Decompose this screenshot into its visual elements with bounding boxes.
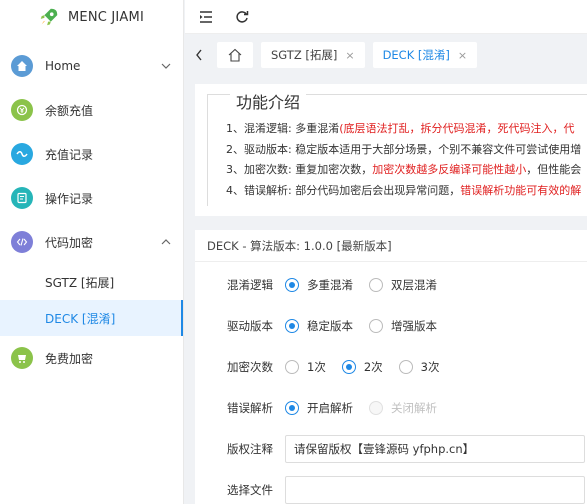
form-header: DECK - 算法版本: 1.0.0 [最新版本] bbox=[195, 230, 587, 262]
radio-multi-obfuscation[interactable]: 多重混淆 bbox=[285, 277, 353, 293]
field-label: 错误解析 bbox=[227, 401, 273, 415]
field-label: 加密次数 bbox=[227, 360, 273, 374]
field-label: 选择文件 bbox=[227, 483, 273, 497]
field-label: 混淆逻辑 bbox=[227, 278, 273, 292]
radio-enable-parse[interactable]: 开启解析 bbox=[285, 400, 353, 416]
field-label: 版权注释 bbox=[227, 442, 273, 456]
radio-enhanced-version[interactable]: 增强版本 bbox=[369, 318, 437, 334]
operation-icon bbox=[11, 187, 33, 209]
form-row-copyright: 版权注释 bbox=[195, 435, 587, 463]
sidebar-item-home[interactable]: Home bbox=[0, 44, 183, 88]
sidebar: MENC JIAMI Home 余额充值 充值记录 操作记录 代码加密 SGTZ bbox=[0, 0, 184, 504]
form-card: DECK - 算法版本: 1.0.0 [最新版本] 混淆逻辑 多重混淆 双层混淆… bbox=[195, 230, 587, 504]
radio-double-obfuscation[interactable]: 双层混淆 bbox=[369, 277, 437, 293]
refresh-icon[interactable] bbox=[235, 10, 249, 24]
intro-title: 功能介绍 bbox=[230, 89, 307, 113]
top-bar bbox=[185, 0, 587, 34]
form-row-times: 加密次数 1次 2次 3次 bbox=[195, 354, 587, 380]
form-row-obfuscation: 混淆逻辑 多重混淆 双层混淆 bbox=[195, 272, 587, 298]
free-icon bbox=[11, 347, 33, 369]
chevron-down-icon bbox=[161, 63, 171, 69]
radio-times-2[interactable]: 2次 bbox=[341, 359, 383, 375]
sidebar-item-free-encrypt[interactable]: 免费加密 bbox=[0, 336, 183, 380]
menu-fold-icon[interactable] bbox=[199, 10, 213, 24]
home-icon bbox=[11, 55, 33, 77]
sidebar-item-recharge[interactable]: 余额充值 bbox=[0, 88, 183, 132]
sidebar-item-label: 余额充值 bbox=[45, 103, 94, 118]
sidebar-item-label: 代码加密 bbox=[45, 235, 94, 250]
tab-bar: SGTZ [拓展] × DECK [混淆] × bbox=[185, 35, 587, 75]
radio-stable-version[interactable]: 稳定版本 bbox=[285, 318, 353, 334]
sidebar-item-label: 操作记录 bbox=[45, 191, 94, 206]
intro-line: 4、错误解析: 部分代码加密后会出现异常问题，错误解析功能可有效的解 bbox=[226, 183, 582, 197]
sidebar-item-label: 免费加密 bbox=[45, 351, 94, 366]
tab-label: DECK [混淆] bbox=[382, 48, 450, 62]
intro-lines: 1、混淆逻辑: 多重混淆(底层语法打乱，拆分代码混淆，死代码注入，代 2、驱动版… bbox=[226, 119, 581, 201]
tab-home[interactable] bbox=[217, 42, 253, 68]
sidebar-item-code-encrypt[interactable]: 代码加密 bbox=[0, 220, 183, 264]
sidebar-subitem-sgtz[interactable]: SGTZ [拓展] bbox=[0, 264, 183, 300]
intro-fieldset: 功能介绍 1、混淆逻辑: 多重混淆(底层语法打乱，拆分代码混淆，死代码注入，代 … bbox=[207, 89, 587, 206]
sidebar-item-operation-record[interactable]: 操作记录 bbox=[0, 176, 183, 220]
rocket-icon bbox=[40, 8, 58, 26]
recharge-icon bbox=[11, 99, 33, 121]
home-outline-icon bbox=[228, 48, 242, 62]
chevron-left-icon bbox=[196, 49, 202, 61]
form-row-file: 选择文件 bbox=[195, 476, 587, 504]
sidebar-item-recharge-record[interactable]: 充值记录 bbox=[0, 132, 183, 176]
app-title: MENC JIAMI bbox=[68, 9, 144, 25]
intro-line: 3、加密次数: 重复加密次数，加密次数越多反编译可能性越小，但性能会 bbox=[226, 163, 582, 176]
form-row-error-parse: 错误解析 开启解析 关闭解析 bbox=[195, 395, 587, 421]
app-logo[interactable]: MENC JIAMI bbox=[0, 0, 183, 34]
close-icon[interactable]: × bbox=[345, 49, 354, 62]
tab-deck[interactable]: DECK [混淆] × bbox=[372, 42, 478, 68]
radio-disable-parse: 关闭解析 bbox=[369, 400, 437, 416]
tab-sgtz[interactable]: SGTZ [拓展] × bbox=[261, 42, 365, 68]
tab-scroll-left[interactable] bbox=[191, 42, 207, 68]
chevron-up-icon bbox=[161, 239, 171, 245]
field-label: 驱动版本 bbox=[227, 319, 273, 333]
radio-times-3[interactable]: 3次 bbox=[398, 359, 439, 375]
sidebar-subitem-deck[interactable]: DECK [混淆] bbox=[0, 300, 183, 336]
close-icon[interactable]: × bbox=[458, 49, 467, 62]
sidebar-item-label: 充值记录 bbox=[45, 147, 94, 162]
tab-label: SGTZ [拓展] bbox=[271, 48, 338, 62]
file-upload-area[interactable] bbox=[285, 476, 585, 504]
copyright-input[interactable] bbox=[285, 435, 585, 463]
intro-line: 1、混淆逻辑: 多重混淆(底层语法打乱，拆分代码混淆，死代码注入，代 bbox=[226, 122, 575, 135]
code-icon bbox=[11, 231, 33, 253]
intro-line: 2、驱动版本: 稳定版本适用于大部分场景，个别不兼容文件可尝试使用增 bbox=[226, 142, 582, 156]
record-icon bbox=[11, 143, 33, 165]
sidebar-item-label: Home bbox=[45, 59, 81, 73]
intro-card: 功能介绍 1、混淆逻辑: 多重混淆(底层语法打乱，拆分代码混淆，死代码注入，代 … bbox=[195, 84, 587, 216]
radio-times-1[interactable]: 1次 bbox=[285, 359, 326, 375]
form-row-driver: 驱动版本 稳定版本 增强版本 bbox=[195, 313, 587, 339]
